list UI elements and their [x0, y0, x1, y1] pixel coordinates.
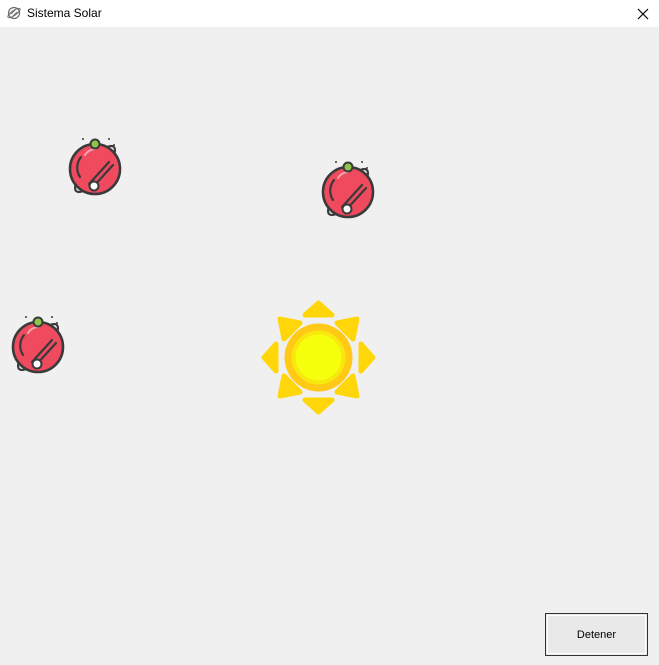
sun-icon — [261, 300, 376, 415]
close-icon — [637, 8, 649, 19]
planet-icon — [8, 313, 68, 377]
planet-icon — [318, 158, 378, 222]
close-button[interactable] — [627, 0, 659, 27]
stop-button[interactable]: Detener — [545, 613, 648, 656]
title-bar: Sistema Solar — [0, 0, 659, 27]
planet-icon — [65, 135, 125, 199]
planet-icon — [7, 6, 21, 20]
window-title: Sistema Solar — [27, 6, 102, 20]
